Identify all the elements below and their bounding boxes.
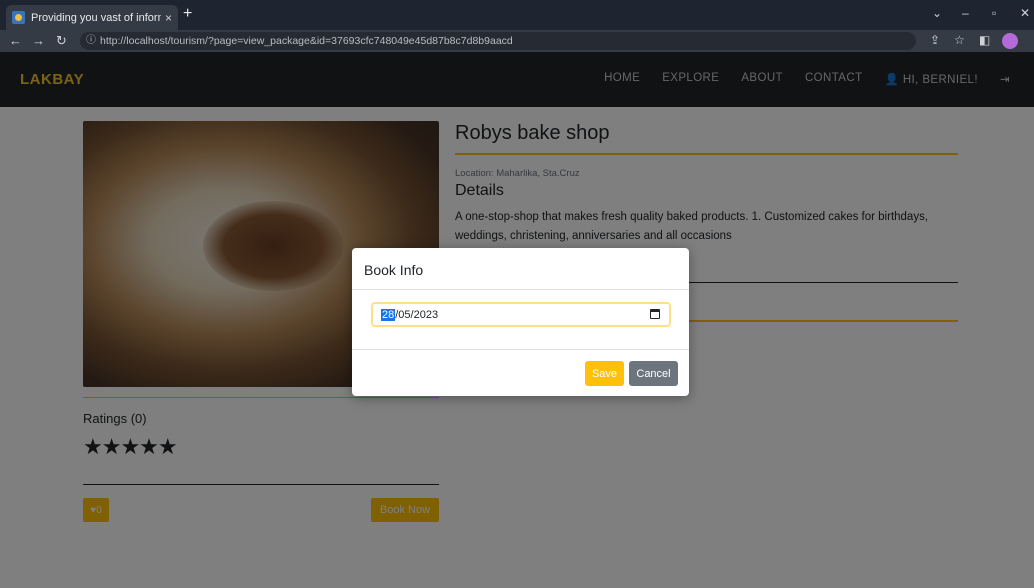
url-field[interactable]: ⓘ http://localhost/tourism/?page=view_pa… (80, 32, 916, 50)
browser-tab-bar: Providing you vast of informatio × + ⌄ –… (0, 0, 1034, 30)
tab-close-icon[interactable]: × (165, 11, 172, 25)
cancel-button[interactable]: Cancel (629, 361, 678, 386)
forward-icon[interactable]: → (32, 33, 45, 48)
save-button[interactable]: Save (585, 361, 624, 386)
minimize-icon[interactable]: – (962, 6, 969, 20)
bookmark-star-icon[interactable]: ☆ (954, 33, 965, 47)
new-tab-button[interactable]: + (183, 5, 192, 23)
address-bar: ← → ↻ ⓘ http://localhost/tourism/?page=v… (0, 30, 1034, 52)
date-day-segment[interactable]: 28 (381, 308, 396, 321)
reload-icon[interactable]: ↻ (56, 33, 67, 49)
modal-footer: Save Cancel (352, 349, 689, 396)
booking-date-input[interactable]: 28/05/2023 (371, 302, 671, 327)
favicon-icon (12, 11, 25, 24)
tab-search-icon[interactable]: ⌄ (932, 6, 942, 20)
date-rest-segment[interactable]: /05/2023 (395, 309, 438, 321)
share-icon[interactable]: ⇪ (930, 33, 940, 47)
url-host: http://localhost (100, 35, 168, 47)
modal-header: Book Info (352, 248, 689, 290)
site-info-icon[interactable]: ⓘ (86, 32, 96, 50)
profile-avatar[interactable] (1002, 33, 1018, 49)
url-path: /tourism/?page=view_package&id=37693cfc7… (167, 35, 513, 47)
tab-title: Providing you vast of informatio (31, 11, 161, 24)
back-icon[interactable]: ← (9, 33, 22, 48)
calendar-icon[interactable] (650, 309, 660, 319)
maximize-icon[interactable]: ▫ (992, 6, 996, 20)
website-viewport: LAKBAY HOME EXPLORE ABOUT CONTACT 👤 HI, … (0, 52, 1034, 588)
book-info-modal: Book Info 28/05/2023 Save Cancel (352, 248, 689, 396)
browser-tab[interactable]: Providing you vast of informatio × (6, 5, 178, 30)
side-panel-icon[interactable]: ◧ (979, 33, 990, 47)
window-close-icon[interactable]: ✕ (1020, 6, 1030, 20)
modal-title: Book Info (364, 262, 424, 278)
